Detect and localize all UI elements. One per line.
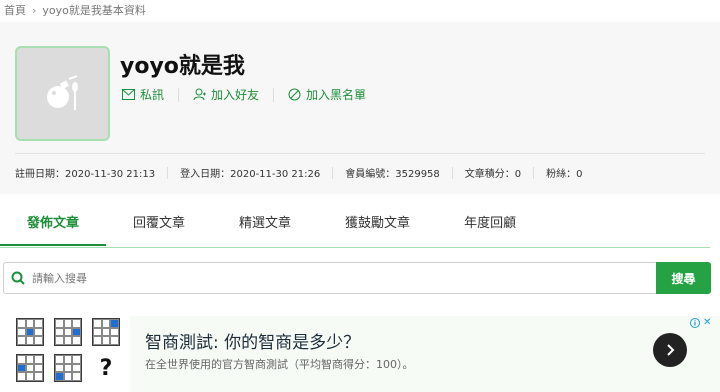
profile-card: yoyo就是我 私訊 加入好友 加入黑名單 註冊日期：2020-11-30 21… [0,22,720,194]
ad-subtitle: 在全世界使用的官方智商測試（平均智商得分：100）。 [145,358,414,371]
stat-member-id: 會員編號：3529958 [345,169,440,180]
search-button[interactable]: 搜尋 [656,262,711,294]
stat-fans: 粉絲：0 [546,169,583,180]
envelope-icon [122,89,135,100]
profile-actions: 私訊 加入好友 加入黑名單 [122,86,366,103]
puzzle-cell [54,354,82,382]
add-friend-label: 加入好友 [211,88,260,102]
tab-annual-review[interactable]: 年度回顧 [437,204,543,246]
blacklist-label: 加入黑名單 [306,88,367,102]
divider [451,166,453,179]
add-friend-button[interactable]: 加入好友 [193,86,259,103]
avatar[interactable] [15,46,110,141]
search-icon [4,263,32,293]
tab-posted-articles[interactable]: 發佈文章 [0,204,107,246]
divider [332,166,334,179]
info-icon[interactable] [690,318,700,328]
divider [167,166,169,179]
stat-article-points: 文章積分：0 [464,169,522,180]
divider [273,87,275,102]
tab-encouraged-articles[interactable]: 獲鼓勵文章 [318,204,437,246]
ad-banner[interactable]: ? 智商測試: 你的智商是多少？ 在全世界使用的官方智商測試（平均智商得分：10… [0,316,720,392]
search-input[interactable] [32,263,656,293]
stat-login: 登入日期：2020-11-30 21:26 [180,169,321,180]
ad-title[interactable]: 智商測試: 你的智商是多少？ [145,328,360,353]
breadcrumb-current: yoyo就是我基本資料 [42,4,146,17]
breadcrumb-home[interactable]: 首頁 [4,2,26,18]
puzzle-cell [92,318,120,346]
divider [15,153,705,154]
puzzle-cell [54,318,82,346]
question-mark: ? [99,355,113,381]
puzzle-cell [16,354,44,382]
breadcrumb: 首頁 › yoyo就是我基本資料 [4,2,146,18]
message-button[interactable]: 私訊 [122,86,164,103]
divider [533,166,535,179]
username: yoyo就是我 [120,54,245,79]
bomb-icon [46,74,78,110]
tab-bar: 發佈文章 回覆文章 精選文章 獲鼓勵文章 年度回顧 [0,204,710,248]
divider [178,87,180,102]
ad-image: ? [16,318,120,382]
block-icon [288,88,301,101]
chevron-right-icon[interactable] [653,333,687,367]
tab-replied-articles[interactable]: 回覆文章 [106,204,212,246]
blacklist-button[interactable]: 加入黑名單 [288,86,366,103]
add-user-icon [193,88,207,101]
message-label: 私訊 [140,88,165,102]
puzzle-cell [16,318,44,346]
tab-featured-articles[interactable]: 精選文章 [212,204,318,246]
stat-registered: 註冊日期：2020-11-30 21:13 [15,169,156,180]
search-bar: 搜尋 [3,262,711,294]
profile-stats: 註冊日期：2020-11-30 21:13 登入日期：2020-11-30 21… [15,165,583,180]
chevron-right-icon: › [32,3,37,17]
close-icon[interactable]: ✕ [703,317,711,328]
